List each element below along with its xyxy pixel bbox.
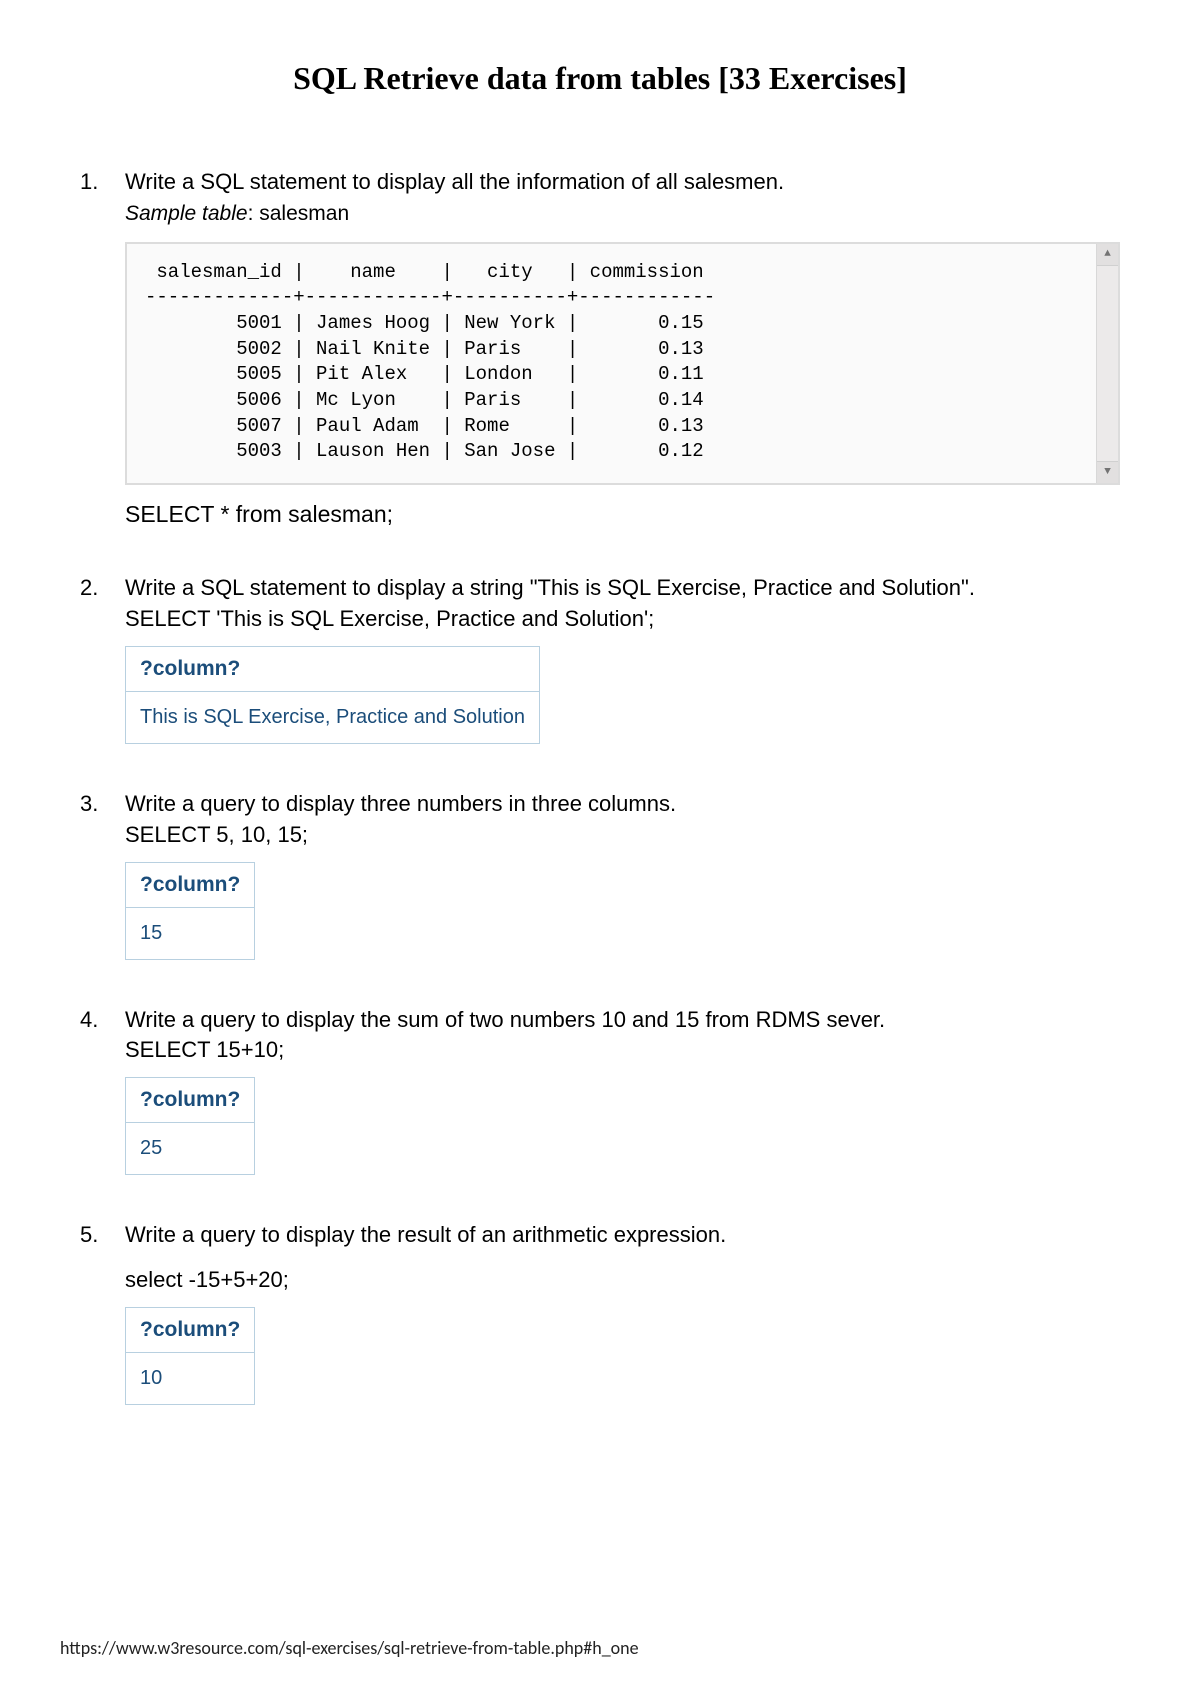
exercise-num: 5.	[80, 1220, 125, 1251]
exercise-1: 1. Write a SQL statement to display all …	[80, 167, 1120, 528]
sample-table-label: Sample table: salesman	[125, 202, 1120, 226]
exercise-4: 4. Write a query to display the sum of t…	[80, 1005, 1120, 1176]
exercise-question: Write a SQL statement to display a strin…	[125, 573, 1120, 604]
answer-sql: SELECT 15+10;	[125, 1037, 1120, 1063]
exercise-2: 2. Write a SQL statement to display a st…	[80, 573, 1120, 744]
result-value: 15	[126, 907, 255, 959]
answer-sql: SELECT 5, 10, 15;	[125, 822, 1120, 848]
scrollbar[interactable]: ▲▼	[1096, 244, 1118, 483]
result-value: This is SQL Exercise, Practice and Solut…	[126, 691, 540, 743]
exercise-num: 1.	[80, 167, 125, 198]
result-value: 10	[126, 1353, 255, 1405]
page-title: SQL Retrieve data from tables [33 Exerci…	[80, 60, 1120, 97]
answer-sql: SELECT * from salesman;	[125, 501, 1120, 528]
exercise-question: Write a SQL statement to display all the…	[125, 167, 1120, 198]
result-header: ?column?	[126, 646, 540, 691]
exercise-question: Write a query to display three numbers i…	[125, 789, 1120, 820]
result-table: ?column? 15	[125, 862, 255, 960]
exercise-num: 4.	[80, 1005, 125, 1036]
scroll-up-icon[interactable]: ▲	[1097, 244, 1118, 266]
result-table: ?column? 25	[125, 1077, 255, 1175]
result-table: ?column? 10	[125, 1307, 255, 1405]
answer-sql: select -15+5+20;	[125, 1267, 1120, 1293]
answer-sql: SELECT 'This is SQL Exercise, Practice a…	[125, 606, 1120, 632]
scroll-down-icon[interactable]: ▼	[1097, 461, 1118, 483]
result-table: ?column? This is SQL Exercise, Practice …	[125, 646, 540, 744]
exercise-question: Write a query to display the result of a…	[125, 1220, 1120, 1251]
code-block: salesman_id | name | city | commission -…	[125, 242, 1120, 485]
footer-url: https://www.w3resource.com/sql-exercises…	[60, 1637, 639, 1659]
exercise-5: 5. Write a query to display the result o…	[80, 1220, 1120, 1405]
result-value: 25	[126, 1123, 255, 1175]
exercise-3: 3. Write a query to display three number…	[80, 789, 1120, 960]
exercise-num: 2.	[80, 573, 125, 604]
exercise-num: 3.	[80, 789, 125, 820]
result-header: ?column?	[126, 1308, 255, 1353]
exercise-question: Write a query to display the sum of two …	[125, 1005, 1120, 1036]
result-header: ?column?	[126, 1078, 255, 1123]
result-header: ?column?	[126, 862, 255, 907]
